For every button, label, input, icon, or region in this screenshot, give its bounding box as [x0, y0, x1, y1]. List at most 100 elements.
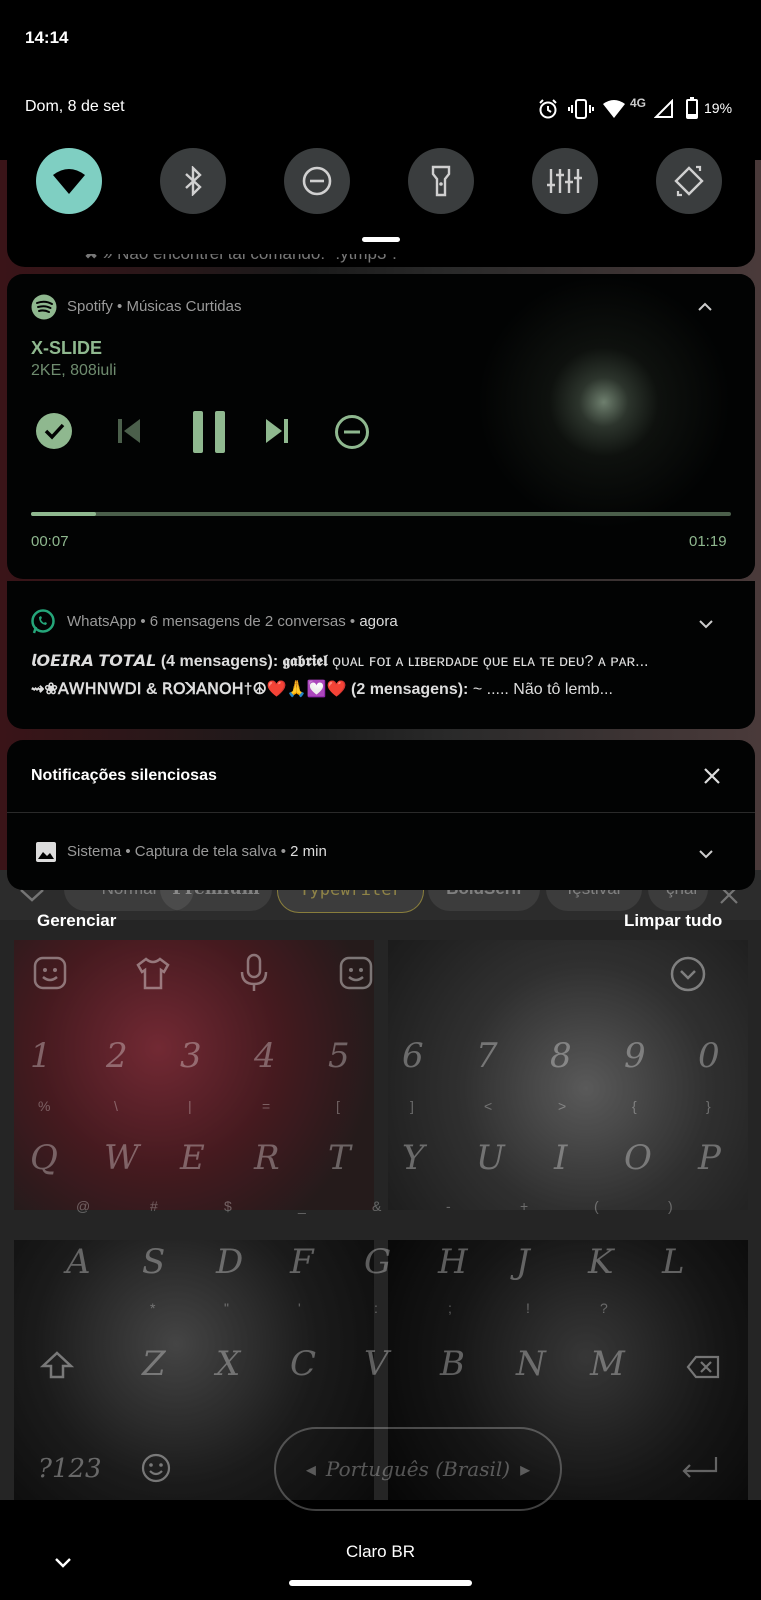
hint: @	[76, 1198, 91, 1214]
pause-button[interactable]	[183, 406, 235, 458]
spacebar[interactable]: ◂ Português (Brasil) ▸	[274, 1427, 562, 1511]
silent-notifications-section: Notificações silenciosas Sistema • Captu…	[7, 740, 755, 890]
qs-wifi-toggle[interactable]	[36, 148, 102, 214]
hint: "	[224, 1300, 229, 1316]
hide-button[interactable]	[331, 411, 373, 453]
key-j[interactable]: J	[516, 1242, 530, 1282]
key-o[interactable]: O	[624, 1138, 652, 1178]
emoji-sticker-icon[interactable]	[32, 955, 68, 991]
previous-button[interactable]	[109, 411, 149, 451]
symbols-key[interactable]: ?123	[38, 1454, 102, 1484]
key-n[interactable]: N	[516, 1344, 546, 1384]
qs-equalizer-toggle[interactable]	[532, 148, 598, 214]
key-0[interactable]: 0	[698, 1036, 720, 1076]
next-button[interactable]	[257, 411, 297, 451]
whatsapp-icon	[30, 609, 56, 635]
expand-toolbar-icon[interactable]	[669, 955, 707, 993]
key-k[interactable]: K	[588, 1242, 613, 1282]
key-z[interactable]: Z	[142, 1344, 166, 1384]
image-icon	[35, 841, 57, 863]
key-1[interactable]: 1	[30, 1036, 52, 1076]
wifi-icon	[53, 169, 85, 194]
key-2[interactable]: 2	[106, 1036, 128, 1076]
progress-track[interactable]	[31, 512, 731, 516]
hint: #	[150, 1198, 158, 1214]
key-a[interactable]: A	[66, 1242, 91, 1282]
wifi-status-icon	[602, 99, 626, 119]
qs-flashlight-toggle[interactable]	[408, 148, 474, 214]
qs-auto-rotate-toggle[interactable]	[656, 148, 722, 214]
qs-bluetooth-toggle[interactable]	[160, 148, 226, 214]
hint: ?	[600, 1300, 608, 1316]
bluetooth-icon	[185, 166, 202, 196]
key-q[interactable]: Q	[30, 1138, 58, 1178]
key-p[interactable]: P	[698, 1138, 721, 1178]
hint: :	[374, 1300, 378, 1316]
hint: _	[298, 1198, 306, 1214]
hint: ]	[410, 1098, 414, 1114]
manage-button[interactable]: Gerenciar	[37, 911, 116, 931]
qs-dnd-toggle[interactable]	[284, 148, 350, 214]
key-g[interactable]: G	[364, 1242, 391, 1282]
key-9[interactable]: 9	[624, 1036, 646, 1076]
key-d[interactable]: D	[216, 1242, 243, 1282]
skip-previous-icon	[118, 419, 140, 443]
key-e[interactable]: E	[180, 1138, 205, 1178]
hint: \	[114, 1098, 118, 1114]
home-gesture-bar[interactable]	[289, 1580, 472, 1586]
key-v[interactable]: V	[364, 1344, 389, 1384]
expand-icon[interactable]	[698, 617, 714, 629]
key-5[interactable]: 5	[328, 1036, 350, 1076]
emoji-key-icon[interactable]	[140, 1452, 172, 1484]
backspace-icon[interactable]	[686, 1355, 720, 1379]
key-m[interactable]: M	[590, 1344, 625, 1384]
key-6[interactable]: 6	[402, 1036, 424, 1076]
signal-icon	[653, 98, 674, 119]
theme-shirt-icon[interactable]	[134, 955, 172, 991]
expand-icon[interactable]	[698, 847, 714, 859]
vibrate-icon	[568, 98, 594, 120]
key-4[interactable]: 4	[254, 1036, 276, 1076]
key-c[interactable]: C	[290, 1344, 316, 1384]
screenshot-notification[interactable]: Sistema • Captura de tela salva • 2 min	[7, 813, 755, 890]
hint: )	[668, 1198, 673, 1214]
clear-all-button[interactable]: Limpar tudo	[624, 911, 722, 931]
key-y[interactable]: Y	[402, 1138, 424, 1178]
key-l[interactable]: L	[662, 1242, 685, 1282]
clock: 14:14	[25, 28, 69, 47]
hint: [	[336, 1098, 340, 1114]
network-type-label: 4G	[630, 96, 647, 110]
battery-icon	[686, 97, 698, 119]
key-i[interactable]: I	[554, 1138, 567, 1178]
hint: (	[594, 1198, 599, 1214]
hint: %	[38, 1098, 51, 1114]
shift-icon[interactable]	[39, 1350, 75, 1380]
progress-fill	[31, 512, 97, 516]
key-b[interactable]: B	[440, 1344, 465, 1384]
key-7[interactable]: 7	[476, 1036, 498, 1076]
drag-handle[interactable]	[362, 237, 400, 242]
key-x[interactable]: X	[216, 1344, 240, 1384]
collapse-icon[interactable]	[697, 300, 713, 312]
background-chat-text: ✖ » Não encontrei tal comando: “:ytmp3”.	[84, 254, 724, 272]
like-button[interactable]	[33, 410, 75, 452]
whatsapp-notification[interactable]: WhatsApp • 6 mensagens de 2 conversas • …	[7, 581, 755, 729]
spotify-header: Spotify • Músicas Curtidas	[67, 298, 242, 315]
key-s[interactable]: S	[142, 1242, 165, 1282]
close-icon[interactable]	[703, 767, 721, 785]
alarm-icon	[537, 98, 559, 120]
key-r[interactable]: R	[254, 1138, 280, 1178]
enter-icon[interactable]	[680, 1455, 720, 1481]
key-h[interactable]: H	[438, 1242, 468, 1282]
spotify-media-card[interactable]: Spotify • Músicas Curtidas X-SLIDE 2KE, …	[7, 274, 755, 579]
spotify-icon	[31, 294, 57, 320]
hint: |	[188, 1098, 192, 1114]
key-t[interactable]: T	[328, 1138, 351, 1178]
key-w[interactable]: W	[104, 1138, 139, 1178]
emoji-icon[interactable]	[338, 955, 374, 991]
key-u[interactable]: U	[476, 1138, 505, 1178]
key-3[interactable]: 3	[180, 1036, 202, 1076]
key-8[interactable]: 8	[550, 1036, 572, 1076]
key-f[interactable]: F	[290, 1242, 314, 1282]
microphone-icon[interactable]	[238, 952, 270, 994]
